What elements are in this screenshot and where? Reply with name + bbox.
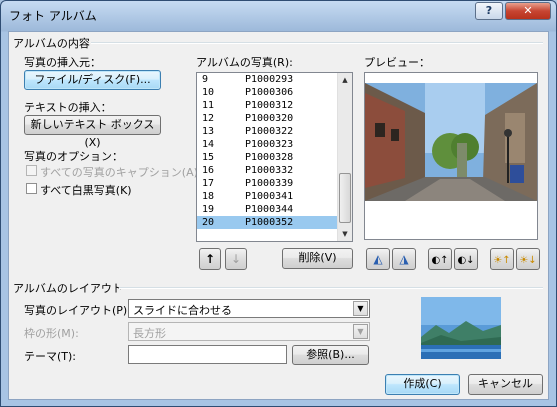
help-button[interactable]: ?	[475, 2, 503, 20]
theme-label: テーマ(T):	[24, 350, 77, 363]
photo-filename: P1000306	[245, 87, 294, 98]
chevron-down-icon[interactable]: ▼	[353, 324, 368, 339]
photo-number: 9	[202, 74, 209, 85]
frame-shape-select[interactable]: 長方形 ▼	[128, 322, 370, 341]
insert-from-label: 写真の挿入元：	[24, 56, 101, 69]
photo-filename: P1000339	[245, 178, 294, 189]
move-down-button[interactable]: ↓	[225, 248, 247, 270]
photo-number: 10	[202, 87, 215, 98]
black-white-label: すべて白黒写真(K)	[40, 184, 132, 197]
preview-label: プレビュー：	[364, 56, 430, 69]
contrast-down-icon: ◐↓	[457, 255, 475, 266]
contrast-up-icon: ◐↑	[431, 255, 449, 266]
caption-below-checkbox[interactable]	[26, 165, 37, 176]
picture-layout-select[interactable]: スライドに合わせる ▼	[128, 299, 370, 318]
group-divider	[119, 287, 543, 289]
list-item[interactable]: 15 P1000328	[197, 151, 352, 164]
arrow-up-icon: ↑	[204, 252, 216, 266]
close-button[interactable]: ✕	[505, 2, 551, 20]
preview-image	[365, 73, 537, 239]
photo-album-dialog: フォト アルバム ? ✕ アルバムの内容 写真の挿入元： ファイル/ディスク(F…	[0, 0, 557, 407]
arrow-down-icon: ↓	[230, 252, 242, 266]
theme-input[interactable]	[128, 345, 287, 364]
rotate-left-button[interactable]: ◭	[366, 248, 390, 270]
photo-filename: P1000328	[245, 152, 294, 163]
photo-filename: P1000322	[245, 126, 294, 137]
list-item[interactable]: 10 P1000306	[197, 86, 352, 99]
rotate-right-button[interactable]: ◮	[392, 248, 416, 270]
contrast-down-button[interactable]: ◐↓	[454, 248, 478, 270]
album-content-group-label: アルバムの内容	[13, 37, 90, 50]
brightness-down-icon: ☀↓	[519, 255, 537, 266]
list-scrollbar[interactable]: ▲ ▼	[337, 73, 352, 241]
list-item[interactable]: 18 P1000341	[197, 190, 352, 203]
frame-shape-label: 枠の形(M):	[24, 327, 79, 340]
list-item[interactable]: 16 P1000332	[197, 164, 352, 177]
preview-pane	[364, 72, 538, 240]
insert-text-label: テキストの挿入：	[24, 101, 112, 114]
list-item[interactable]: 11 P1000312	[197, 99, 352, 112]
photo-number: 20	[202, 217, 215, 228]
photo-filename: P1000320	[245, 113, 294, 124]
scroll-thumb[interactable]	[339, 173, 351, 223]
scroll-up-icon[interactable]: ▲	[338, 73, 352, 87]
photo-options-label: 写真のオプション：	[24, 150, 123, 163]
photo-number: 17	[202, 178, 215, 189]
photo-number: 19	[202, 204, 215, 215]
frame-shape-value: 長方形	[133, 327, 166, 340]
photo-filename: P1000344	[245, 204, 294, 215]
rotate-right-icon: ◮	[399, 252, 409, 266]
photo-number: 14	[202, 139, 215, 150]
list-item[interactable]: 19 P1000344	[197, 203, 352, 216]
dialog-body: アルバムの内容 写真の挿入元： ファイル/ディスク(F)... テキストの挿入：…	[8, 31, 549, 400]
photo-number: 12	[202, 113, 215, 124]
picture-layout-value: スライドに合わせる	[133, 304, 232, 317]
group-divider	[91, 42, 543, 44]
brightness-up-button[interactable]: ☀↑	[490, 248, 514, 270]
photo-filename: P1000293	[245, 74, 294, 85]
photo-number: 13	[202, 126, 215, 137]
photo-number: 16	[202, 165, 215, 176]
layout-thumbnail	[421, 297, 501, 359]
window-title: フォト アルバム	[9, 9, 97, 23]
photo-filename: P1000312	[245, 100, 294, 111]
black-white-checkbox[interactable]	[26, 183, 37, 194]
photo-filename: P1000332	[245, 165, 294, 176]
title-bar[interactable]: フォト アルバム ? ✕	[1, 1, 556, 29]
photo-number: 18	[202, 191, 215, 202]
list-item[interactable]: 14 P1000323	[197, 138, 352, 151]
contrast-up-button[interactable]: ◐↑	[428, 248, 452, 270]
caption-below-label: すべての写真のキャプション(A)	[40, 166, 198, 179]
remove-button[interactable]: 削除(V)	[282, 248, 353, 269]
list-item[interactable]: 12 P1000320	[197, 112, 352, 125]
album-layout-group-label: アルバムのレイアウト	[13, 282, 123, 295]
photo-number: 15	[202, 152, 215, 163]
brightness-up-icon: ☀↑	[493, 255, 511, 266]
photo-number: 11	[202, 100, 215, 111]
photo-rows: 9 P1000293 10 P1000306 11 P1000312 12 P1000320 1…	[197, 73, 352, 229]
move-up-button[interactable]: ↑	[199, 248, 221, 270]
album-photos-label: アルバムの写真(R):	[196, 56, 293, 69]
photo-filename: P1000352	[245, 217, 294, 228]
create-button[interactable]: 作成(C)	[385, 374, 460, 395]
picture-layout-label: 写真のレイアウト(P):	[24, 304, 131, 317]
file-disk-button[interactable]: ファイル/ディスク(F)...	[24, 70, 161, 90]
album-photos-list[interactable]: 9 P1000293 10 P1000306 11 P1000312 12 P1000320 1…	[196, 72, 353, 242]
layout-thumbnail-image	[421, 297, 501, 359]
list-item[interactable]: 9 P1000293	[197, 73, 352, 86]
photo-filename: P1000323	[245, 139, 294, 150]
list-item[interactable]: 20 P1000352	[197, 216, 352, 229]
rotate-left-icon: ◭	[373, 252, 383, 266]
brightness-down-button[interactable]: ☀↓	[516, 248, 540, 270]
photo-filename: P1000341	[245, 191, 294, 202]
scroll-down-icon[interactable]: ▼	[338, 227, 352, 241]
browse-button[interactable]: 参照(B)...	[292, 345, 369, 365]
new-textbox-button[interactable]: 新しいテキスト ボックス(X)	[24, 115, 161, 149]
chevron-down-icon[interactable]: ▼	[353, 301, 368, 316]
list-item[interactable]: 17 P1000339	[197, 177, 352, 190]
cancel-button[interactable]: キャンセル	[468, 374, 543, 395]
list-item[interactable]: 13 P1000322	[197, 125, 352, 138]
